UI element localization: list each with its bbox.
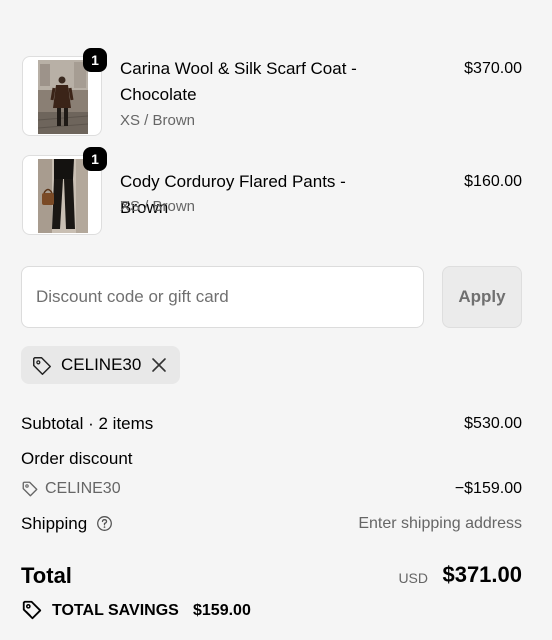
product-price: $160.00 [464,173,522,190]
apply-discount-button[interactable]: Apply [442,266,522,328]
tag-icon [33,357,51,375]
total-label: Total [21,563,72,588]
applied-discount-code: CELINE30 [21,346,180,384]
order-summary: 1 Carina Wool & Silk Scarf Coat - Chocol… [0,0,552,640]
product-variant: XS / Brown [120,112,196,129]
total-amount: $371.00 [442,562,522,587]
total-savings-value: $159.00 [193,602,251,619]
tag-icon [22,481,38,497]
product-price: $370.00 [464,60,522,77]
total-savings-label: TOTAL SAVINGS [52,602,179,619]
product-photo-coat [38,60,88,134]
product-variant: XS / Brown [120,198,196,215]
shipping-label: Shipping [21,514,88,533]
product-thumbnail: 1 [22,147,107,235]
quantity-badge: 1 [83,147,107,171]
help-circle-icon[interactable] [96,515,113,532]
applied-code-label: CELINE30 [61,355,142,374]
line-item: 1 Cody Corduroy Flared Pants - Brown XS … [22,147,522,235]
discount-code-name: CELINE30 [45,480,121,497]
close-icon[interactable] [151,357,167,373]
quantity-badge: 1 [83,48,107,72]
product-thumbnail: 1 [22,48,107,136]
product-title: Carina Wool & Silk Scarf Coat - Chocolat… [120,59,357,104]
product-photo-pants [38,159,88,233]
shipping-value: Enter shipping address [358,515,522,532]
line-item: 1 Carina Wool & Silk Scarf Coat - Chocol… [22,48,522,136]
savings-tag-icon [22,600,42,620]
currency-code: USD [398,570,428,586]
subtotal-value: $530.00 [464,415,522,432]
discount-code-input[interactable] [21,266,424,328]
subtotal-label: Subtotal · 2 items [21,414,154,433]
order-discount-label: Order discount [21,449,133,468]
discount-amount: −$159.00 [454,480,522,497]
